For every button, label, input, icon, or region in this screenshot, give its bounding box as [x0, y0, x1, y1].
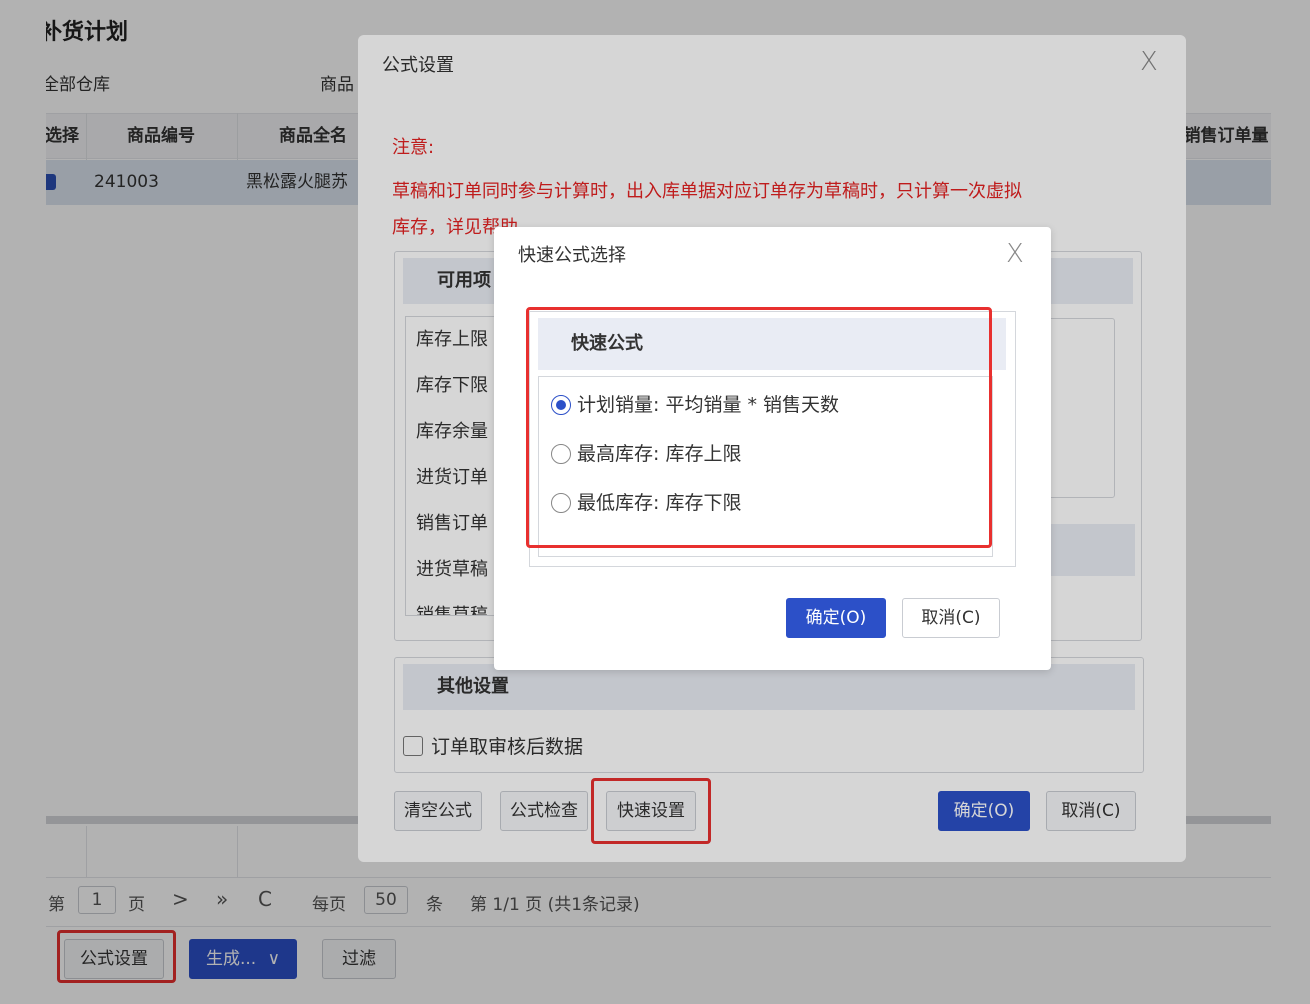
quick-dialog-title: 快速公式选择: [518, 245, 626, 266]
quick-formula-panel: 快速公式 计划销量: 平均销量 * 销售天数 最高库存: 库存上限 最低库存: …: [529, 311, 1016, 567]
option-max-stock[interactable]: 最高库存: 库存上限: [551, 439, 741, 469]
radio-selected-icon[interactable]: [551, 395, 571, 415]
radio-icon[interactable]: [551, 444, 571, 464]
quick-formula-dialog: 快速公式选择 X 快速公式 计划销量: 平均销量 * 销售天数 最高库存: 库存…: [494, 227, 1051, 670]
option-planned-sales[interactable]: 计划销量: 平均销量 * 销售天数: [551, 390, 839, 420]
quick-cancel-button[interactable]: 取消(C): [902, 598, 1000, 638]
radio-icon[interactable]: [551, 493, 571, 513]
quick-formula-list: 计划销量: 平均销量 * 销售天数 最高库存: 库存上限 最低库存: 库存下限: [538, 376, 993, 557]
close-icon[interactable]: X: [1006, 239, 1024, 269]
option-label: 最低库存: 库存下限: [577, 492, 742, 514]
quick-ok-button[interactable]: 确定(O): [786, 598, 886, 638]
option-min-stock[interactable]: 最低库存: 库存下限: [551, 488, 741, 518]
quick-formula-header: 快速公式: [538, 318, 1006, 370]
option-label: 计划销量: 平均销量 * 销售天数: [577, 394, 840, 416]
option-label: 最高库存: 库存上限: [577, 443, 742, 465]
